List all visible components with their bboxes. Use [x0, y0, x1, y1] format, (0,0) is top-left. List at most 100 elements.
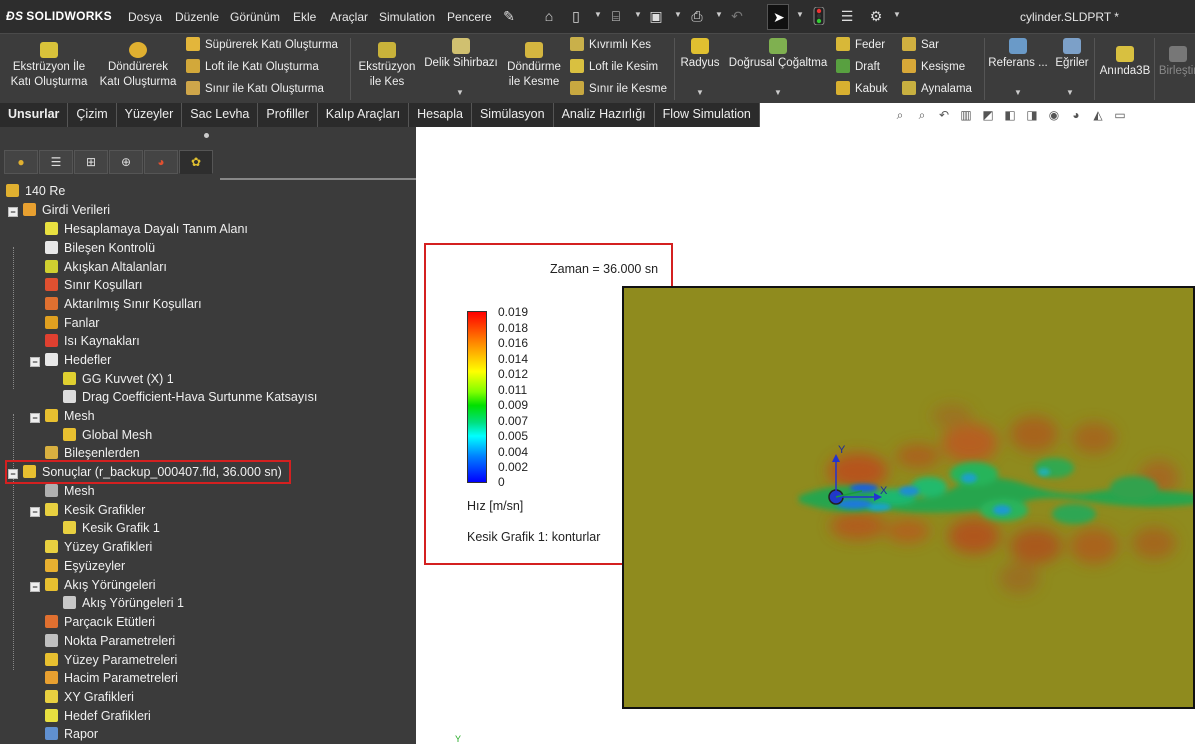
menu-window[interactable]: Pencere	[447, 10, 492, 24]
collapse-icon[interactable]: −	[30, 507, 40, 517]
print-icon[interactable]: ⎙	[688, 7, 706, 25]
view-settings-icon[interactable]: ▭	[1112, 107, 1128, 123]
tab-profiles[interactable]: Profiller	[258, 103, 318, 127]
previous-view-icon[interactable]: ↶	[936, 107, 952, 123]
configuration-manager-tab[interactable]: ⊞	[74, 150, 108, 174]
tree-component-control[interactable]: Bileşen Kontrolü	[45, 239, 155, 257]
tab-sketch[interactable]: Çizim	[68, 103, 117, 127]
collapse-icon[interactable]: −	[8, 469, 18, 479]
tree-flow-trajectories[interactable]: − Akış Yörüngeleri	[30, 576, 156, 594]
display-manager-tab[interactable]: ◕	[144, 150, 178, 174]
curves-button[interactable]: Eğriler	[1052, 38, 1092, 71]
tree-goal-drag[interactable]: Drag Coefficient-Hava Surtunme Katsayısı	[63, 388, 317, 406]
tree-xy-plots[interactable]: XY Grafikleri	[45, 688, 134, 706]
tree-global-mesh[interactable]: Global Mesh	[63, 426, 152, 444]
tree-results-mesh[interactable]: Mesh	[45, 482, 95, 500]
chevron-down-icon[interactable]: ▼	[696, 88, 704, 97]
tree-heat-sources[interactable]: Isı Kaynakları	[45, 332, 140, 350]
section-view-icon[interactable]: ▥	[958, 107, 974, 123]
open-folder-icon[interactable]: ⌸	[607, 7, 625, 25]
sweep-boss-button[interactable]: Süpürerek Katı Oluşturma	[186, 36, 338, 56]
property-manager-tab[interactable]: ☰	[39, 150, 73, 174]
tab-flow-simulation[interactable]: Flow Simulation	[655, 103, 760, 127]
extrude-boss-button[interactable]: Ekstrüzyon İle Katı Oluşturma	[6, 42, 92, 90]
chevron-down-icon[interactable]: ▼	[1066, 88, 1074, 97]
tree-root[interactable]: 140 Re	[6, 182, 65, 200]
mirror-button[interactable]: Aynalama	[902, 80, 972, 100]
display-style-icon[interactable]: ◨	[1024, 107, 1040, 123]
rib-button[interactable]: Feder	[836, 36, 885, 56]
menu-tools[interactable]: Araçlar	[330, 10, 368, 24]
linear-pattern-button[interactable]: Doğrusal Çoğaltma	[726, 38, 830, 71]
shell-button[interactable]: Kabuk	[836, 80, 888, 100]
tree-fluid-subdomains[interactable]: Akışkan Altalanları	[45, 258, 167, 276]
tree-goal-force[interactable]: GG Kuvvet (X) 1	[63, 370, 174, 388]
loft-boss-button[interactable]: Loft ile Katı Oluşturma	[186, 58, 319, 78]
collapse-icon[interactable]: −	[8, 207, 18, 217]
file-properties-icon[interactable]: ☰	[838, 7, 856, 25]
collapse-icon[interactable]: −	[30, 582, 40, 592]
hide-show-items-icon[interactable]: ◉	[1046, 107, 1062, 123]
zoom-to-area-icon[interactable]: ⌕	[914, 107, 930, 123]
tree-report[interactable]: Rapor	[45, 725, 98, 743]
flow-simulation-tab[interactable]: ✿	[179, 150, 213, 174]
tree-cut-plots[interactable]: − Kesik Grafikler	[30, 501, 145, 519]
traffic-light-icon[interactable]	[810, 6, 828, 26]
tree-goals[interactable]: − Hedefler	[30, 351, 111, 369]
tab-sheet-metal[interactable]: Sac Levha	[182, 103, 259, 127]
draft-button[interactable]: Draft	[836, 58, 880, 78]
tab-evaluate[interactable]: Hesapla	[409, 103, 472, 127]
panel-handle[interactable]	[204, 133, 209, 138]
tree-mesh[interactable]: − Mesh	[30, 407, 95, 425]
wrap-button[interactable]: Sar	[902, 36, 939, 56]
boundary-cut-button[interactable]: Sınır ile Kesme	[570, 80, 667, 100]
tree-isosurfaces[interactable]: Eşyüzeyler	[45, 557, 125, 575]
menu-file[interactable]: Dosya	[128, 10, 162, 24]
intersect-button[interactable]: Kesişme	[902, 58, 965, 78]
extrude-cut-button[interactable]: Ekstrüzyon ile Kes	[356, 42, 418, 90]
tree-particle-studies[interactable]: Parçacık Etütleri	[45, 613, 155, 631]
instant3d-button[interactable]: Anında3B	[1097, 46, 1153, 79]
zoom-to-fit-icon[interactable]: ⌕	[892, 107, 908, 123]
loft-cut-button[interactable]: Loft ile Kesim	[570, 58, 658, 78]
view-orientation-icon[interactable]: ◧	[1002, 107, 1018, 123]
chevron-down-icon[interactable]: ▼	[674, 10, 682, 19]
feature-manager-tab[interactable]: ●	[4, 150, 38, 174]
dimxpert-manager-tab[interactable]: ⊕	[109, 150, 143, 174]
select-pointer-button[interactable]: ➤	[767, 4, 789, 30]
boundary-boss-button[interactable]: Sınır ile Katı Oluşturma	[186, 80, 324, 100]
edit-appearance-icon[interactable]: ◕	[1068, 107, 1084, 123]
apply-scene-icon[interactable]: ◭	[1090, 107, 1106, 123]
solidworks-logo[interactable]: ƉS SOLIDWORKS	[6, 9, 112, 23]
fillet-button[interactable]: Radyus	[678, 38, 722, 71]
tree-volume-parameters[interactable]: Hacim Parametreleri	[45, 669, 178, 687]
tree-boundary-conditions[interactable]: Sınır Koşulları	[45, 276, 143, 294]
tree-fans[interactable]: Fanlar	[45, 314, 99, 332]
combine-button[interactable]: Birleştir	[1158, 46, 1195, 79]
swept-cut-button[interactable]: Kıvrımlı Kes	[570, 36, 651, 56]
chevron-down-icon[interactable]: ▼	[1014, 88, 1022, 97]
cut-plot-contour[interactable]: Y X	[622, 286, 1195, 709]
tree-computational-domain[interactable]: Hesaplamaya Dayalı Tanım Alanı	[45, 220, 248, 238]
reference-geometry-button[interactable]: Referans ...	[988, 38, 1048, 71]
chevron-down-icon[interactable]: ▼	[594, 10, 602, 19]
tab-features[interactable]: Unsurlar	[0, 103, 69, 127]
undo-icon[interactable]: ↶	[728, 7, 746, 25]
tree-surface-plots[interactable]: Yüzey Grafikleri	[45, 538, 152, 556]
chevron-down-icon[interactable]: ▼	[634, 10, 642, 19]
chevron-down-icon[interactable]: ▼	[796, 10, 804, 19]
revolve-cut-button[interactable]: Döndürme ile Kesme	[503, 42, 565, 90]
menu-simulation[interactable]: Simulation	[379, 10, 435, 24]
menu-insert[interactable]: Ekle	[293, 10, 316, 24]
dynamic-annotation-icon[interactable]: ◩	[980, 107, 996, 123]
tree-transferred-bc[interactable]: Aktarılmış Sınır Koşulları	[45, 295, 202, 313]
hole-wizard-button[interactable]: Delik Sihirbazı	[422, 38, 500, 71]
revolve-boss-button[interactable]: Döndürerek Katı Oluşturma	[96, 42, 180, 90]
tab-mold-tools[interactable]: Kalıp Araçları	[318, 103, 410, 127]
chevron-down-icon[interactable]: ▼	[456, 88, 464, 97]
tree-goal-plots[interactable]: Hedef Grafikleri	[45, 707, 151, 725]
tree-point-parameters[interactable]: Nokta Parametreleri	[45, 632, 175, 650]
tree-input-data[interactable]: − Girdi Verileri	[8, 201, 110, 219]
chevron-down-icon[interactable]: ▼	[893, 10, 901, 19]
save-icon[interactable]: ▣	[647, 7, 665, 25]
